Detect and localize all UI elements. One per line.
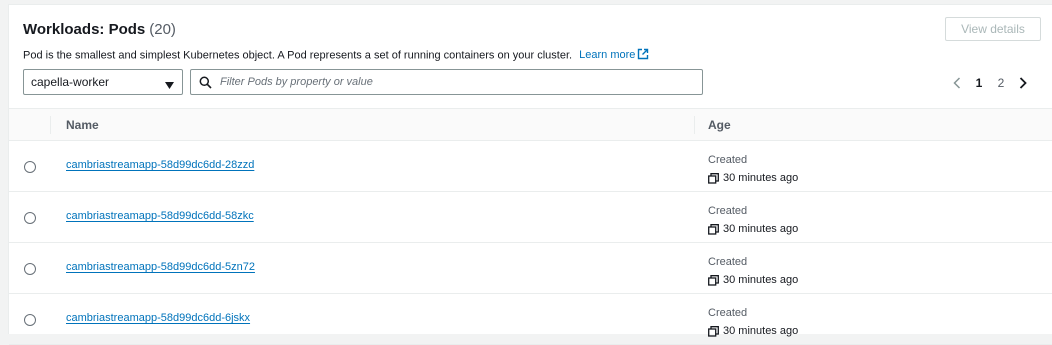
page-1-button[interactable]: 1 [968,73,990,93]
age-value: 30 minutes ago [708,220,798,238]
description: Pod is the smallest and simplest Kuberne… [23,48,649,63]
created-label: Created [708,307,748,319]
pod-name-link[interactable]: cambriastreamapp-58d99dc6dd-28zzd [66,159,254,171]
description-text: Pod is the smallest and simplest Kuberne… [23,49,573,62]
pods-table: Name Age cambriastreamapp-58d99dc6dd-28z… [9,108,1052,345]
title-text: Workloads: Pods [23,21,146,38]
pagination: 1 2 [946,73,1034,93]
learn-more-label: Learn more [579,49,636,62]
table-header: Name Age [9,108,1052,141]
row-radio[interactable] [24,212,36,224]
panel-header: Workloads: Pods (20) Pod is the smallest … [9,5,1052,108]
row-radio[interactable] [24,314,36,326]
page-title: Workloads: Pods (20) [23,21,176,38]
pods-panel: Workloads: Pods (20) Pod is the smallest … [8,4,1052,345]
age-cell: Created 30 minutes ago [708,253,798,289]
table-row: cambriastreamapp-58d99dc6dd-6jskx Create… [9,294,1052,345]
copy-icon [708,223,719,235]
created-label: Created [708,205,748,217]
search-icon [199,76,212,89]
external-link-icon [637,48,649,63]
copy-icon [708,274,719,286]
row-radio[interactable] [24,161,36,173]
table-row: cambriastreamapp-58d99dc6dd-58zkc Create… [9,192,1052,243]
age-value: 30 minutes ago [708,322,798,340]
page-2-button[interactable]: 2 [990,73,1012,93]
table-row: cambriastreamapp-58d99dc6dd-28zzd Create… [9,141,1052,192]
age-cell: Created 30 minutes ago [708,202,798,238]
column-header-age[interactable]: Age [708,118,731,132]
pod-name-link[interactable]: cambriastreamapp-58d99dc6dd-6jskx [66,312,250,324]
caret-down-icon [165,78,174,92]
next-page-icon[interactable] [1012,73,1034,93]
created-label: Created [708,256,748,268]
column-divider [694,116,695,134]
age-value: 30 minutes ago [708,169,798,187]
age-value: 30 minutes ago [708,271,798,289]
age-text: 30 minutes ago [723,274,799,286]
namespace-select-value: capella-worker [31,75,110,89]
column-header-name[interactable]: Name [66,118,99,132]
column-divider [50,116,51,134]
copy-icon [708,172,719,184]
age-cell: Created 30 minutes ago [708,151,798,187]
view-details-button[interactable]: View details [945,17,1041,41]
age-text: 30 minutes ago [723,223,799,235]
learn-more-link[interactable]: Learn more [579,48,649,63]
table-row: cambriastreamapp-58d99dc6dd-5zn72 Create… [9,243,1052,294]
age-text: 30 minutes ago [723,325,799,337]
pod-name-link[interactable]: cambriastreamapp-58d99dc6dd-5zn72 [66,261,255,273]
filter-input-container[interactable] [190,69,703,95]
copy-icon [708,325,719,337]
pod-name-link[interactable]: cambriastreamapp-58d99dc6dd-58zkc [66,210,254,222]
age-cell: Created 30 minutes ago [708,304,798,340]
age-text: 30 minutes ago [723,172,799,184]
row-radio[interactable] [24,263,36,275]
namespace-select[interactable]: capella-worker [23,69,183,95]
pod-count: (20) [149,21,176,38]
created-label: Created [708,154,748,166]
previous-page-icon[interactable] [946,73,968,93]
filter-input[interactable] [220,76,680,88]
